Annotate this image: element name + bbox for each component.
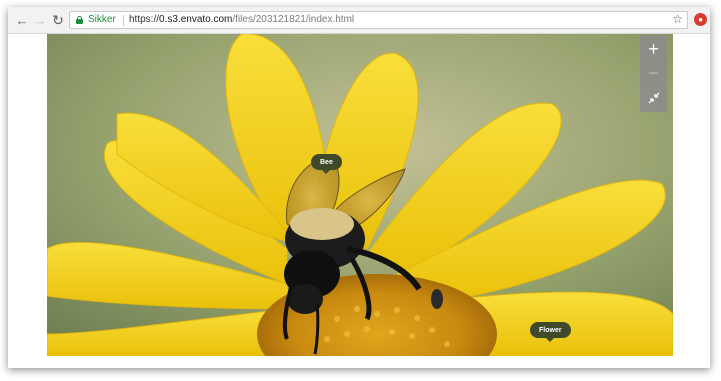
browser-window: ← → ↻ Sikker https://0.s3.envato.com/fil… — [8, 7, 710, 368]
bee-flower-photo[interactable]: Bee Flower — [47, 34, 673, 356]
zoom-controls: + − — [640, 35, 667, 112]
forward-icon[interactable]: → — [32, 12, 48, 28]
star-icon[interactable]: ☆ — [672, 12, 683, 26]
url-path: /files/203121821/index.html — [232, 14, 355, 25]
address-bar[interactable]: Sikker https://0.s3.envato.com/files/203… — [69, 11, 688, 29]
reload-icon[interactable]: ↻ — [50, 12, 66, 28]
tag-flower[interactable]: Flower — [530, 322, 571, 342]
url-text[interactable]: https://0.s3.envato.com/files/203121821/… — [129, 14, 354, 25]
tag-bee-label: Bee — [320, 158, 333, 166]
plus-icon[interactable]: + — [640, 37, 667, 61]
url-divider — [123, 15, 124, 26]
extension-icon[interactable]: ● — [694, 13, 707, 26]
photo-illustration — [47, 34, 673, 356]
back-icon[interactable]: ← — [14, 12, 30, 28]
page-viewport: Bee Flower + − — [8, 34, 710, 368]
url-scheme: https:// — [129, 14, 160, 25]
lock-icon — [76, 16, 83, 24]
secure-label: Sikker — [88, 14, 116, 25]
tag-bee[interactable]: Bee — [311, 154, 342, 174]
url-host: 0.s3.envato.com — [159, 14, 233, 25]
collapse-icon[interactable] — [640, 86, 667, 110]
browser-toolbar: ← → ↻ Sikker https://0.s3.envato.com/fil… — [8, 7, 710, 34]
minus-icon[interactable]: − — [640, 61, 667, 85]
tag-flower-label: Flower — [539, 326, 562, 334]
